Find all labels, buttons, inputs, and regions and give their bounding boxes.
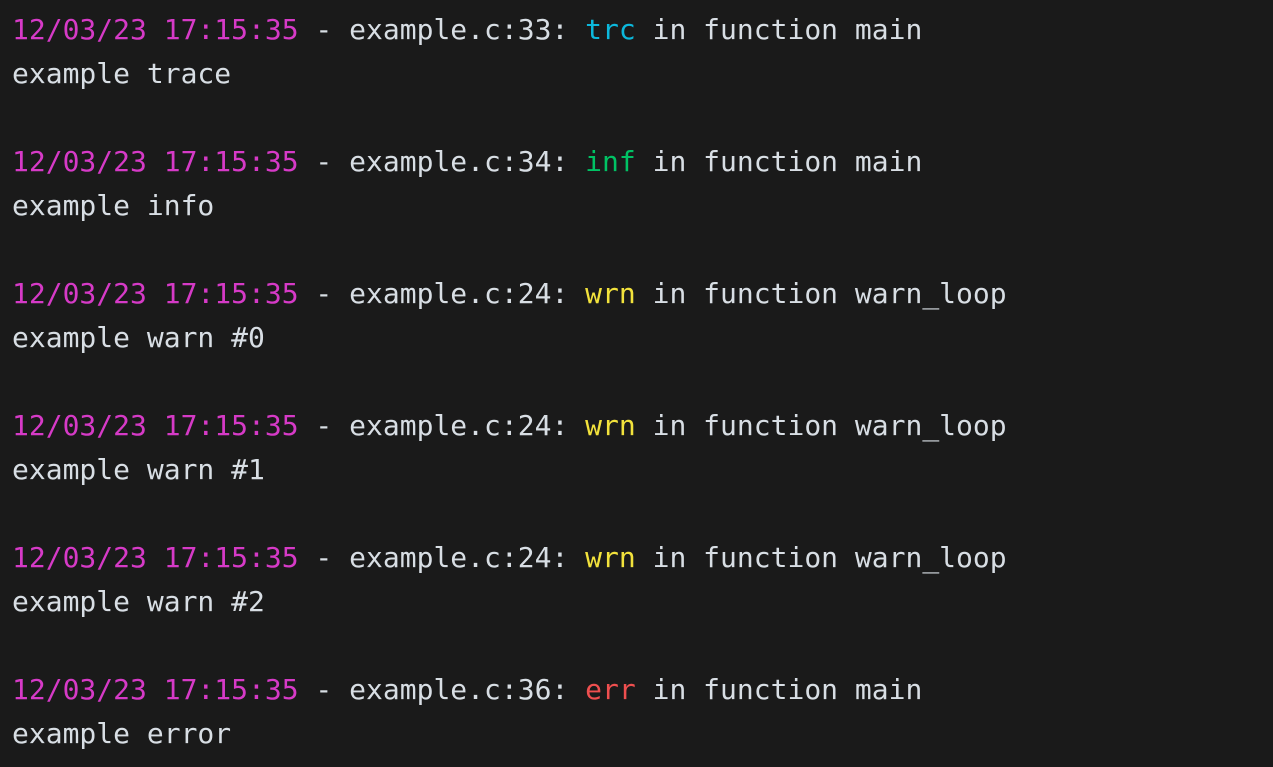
log-header-line: 12/03/23 17:15:35 - example.c:24: wrn in… bbox=[12, 272, 1273, 316]
log-message-line: example warn #0 bbox=[12, 316, 1273, 360]
log-source-location: example.c:24: bbox=[349, 277, 586, 310]
log-timestamp: 12/03/23 17:15:35 bbox=[12, 673, 299, 706]
log-source-location: example.c:36: bbox=[349, 673, 586, 706]
log-function-context: in function main bbox=[635, 145, 923, 178]
log-message: example info bbox=[12, 189, 215, 222]
log-message-line: example warn #2 bbox=[12, 580, 1273, 624]
log-function-context: in function warn_loop bbox=[635, 277, 1007, 310]
log-source-location: example.c:33: bbox=[349, 13, 586, 46]
log-level-tag: wrn bbox=[585, 541, 636, 574]
log-level-tag: inf bbox=[585, 145, 636, 178]
log-level-tag: wrn bbox=[585, 409, 636, 442]
log-source-location: example.c:34: bbox=[349, 145, 586, 178]
log-timestamp: 12/03/23 17:15:35 bbox=[12, 277, 299, 310]
log-entry[interactable]: 12/03/23 17:15:35 - example.c:24: wrn in… bbox=[12, 272, 1273, 360]
log-message: example warn #1 bbox=[12, 453, 265, 486]
log-timestamp: 12/03/23 17:15:35 bbox=[12, 13, 299, 46]
log-separator: - bbox=[298, 673, 350, 706]
log-function-context: in function warn_loop bbox=[635, 409, 1007, 442]
log-separator: - bbox=[298, 13, 350, 46]
log-blank-line bbox=[12, 624, 1273, 668]
log-header-line: 12/03/23 17:15:35 - example.c:34: inf in… bbox=[12, 140, 1273, 184]
log-function-context: in function warn_loop bbox=[635, 541, 1007, 574]
log-message: example error bbox=[12, 717, 232, 750]
log-separator: - bbox=[298, 277, 350, 310]
log-message: example warn #2 bbox=[12, 585, 265, 618]
log-entry[interactable]: 12/03/23 17:15:35 - example.c:24: wrn in… bbox=[12, 536, 1273, 624]
log-timestamp: 12/03/23 17:15:35 bbox=[12, 409, 299, 442]
log-message-line: example trace bbox=[12, 52, 1273, 96]
log-header-line: 12/03/23 17:15:35 - example.c:24: wrn in… bbox=[12, 404, 1273, 448]
log-message: example trace bbox=[12, 57, 232, 90]
log-message-line: example warn #1 bbox=[12, 448, 1273, 492]
log-entry[interactable]: 12/03/23 17:15:35 - example.c:24: wrn in… bbox=[12, 404, 1273, 492]
log-entry[interactable]: 12/03/23 17:15:35 - example.c:36: err in… bbox=[12, 668, 1273, 756]
log-message: example warn #0 bbox=[12, 321, 265, 354]
log-entry[interactable]: 12/03/23 17:15:35 - example.c:33: trc in… bbox=[12, 8, 1273, 96]
log-source-location: example.c:24: bbox=[349, 409, 586, 442]
log-function-context: in function main bbox=[635, 673, 923, 706]
log-timestamp: 12/03/23 17:15:35 bbox=[12, 145, 299, 178]
log-message-line: example error bbox=[12, 712, 1273, 756]
log-blank-line bbox=[12, 492, 1273, 536]
log-header-line: 12/03/23 17:15:35 - example.c:33: trc in… bbox=[12, 8, 1273, 52]
log-separator: - bbox=[298, 409, 350, 442]
log-function-context: in function main bbox=[635, 13, 923, 46]
log-message-line: example info bbox=[12, 184, 1273, 228]
log-level-tag: err bbox=[585, 673, 636, 706]
log-blank-line bbox=[12, 96, 1273, 140]
log-header-line: 12/03/23 17:15:35 - example.c:24: wrn in… bbox=[12, 536, 1273, 580]
log-level-tag: trc bbox=[585, 13, 636, 46]
log-blank-line bbox=[12, 228, 1273, 272]
log-blank-line bbox=[12, 360, 1273, 404]
log-header-line: 12/03/23 17:15:35 - example.c:36: err in… bbox=[12, 668, 1273, 712]
terminal-log-output[interactable]: 12/03/23 17:15:35 - example.c:33: trc in… bbox=[0, 0, 1273, 767]
log-separator: - bbox=[298, 145, 350, 178]
log-timestamp: 12/03/23 17:15:35 bbox=[12, 541, 299, 574]
log-level-tag: wrn bbox=[585, 277, 636, 310]
log-separator: - bbox=[298, 541, 350, 574]
log-source-location: example.c:24: bbox=[349, 541, 586, 574]
log-entry[interactable]: 12/03/23 17:15:35 - example.c:34: inf in… bbox=[12, 140, 1273, 228]
